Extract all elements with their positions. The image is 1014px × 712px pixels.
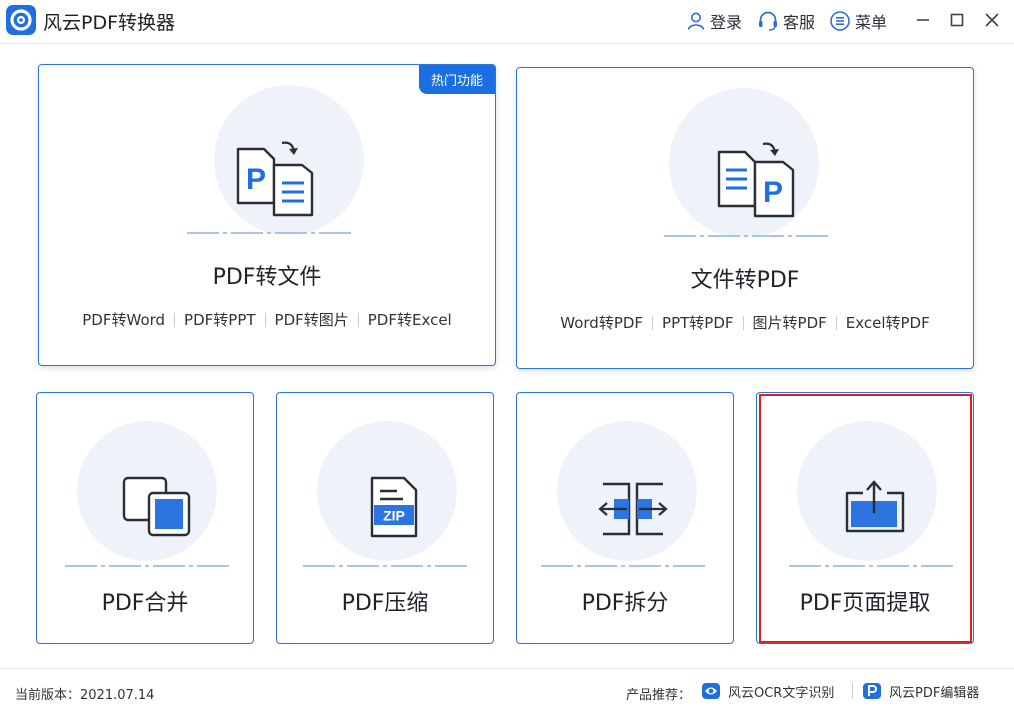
option-image-to-pdf[interactable]: 图片转PDF: [744, 312, 836, 333]
ocr-product-label: 风云OCR文字识别: [728, 685, 835, 701]
login-button[interactable]: 登录: [686, 8, 742, 34]
user-icon: [687, 12, 705, 30]
zip-file-icon: ZIP: [370, 476, 418, 538]
title-bar: 风云PDF转换器 登录 客服 菜单: [0, 0, 1014, 44]
pdf-compress-card[interactable]: ZIP PDF压缩: [276, 392, 494, 644]
divider-line: [664, 235, 828, 237]
service-label: 客服: [783, 13, 816, 32]
pdf-merge-title: PDF合并: [101, 591, 189, 616]
minimize-icon[interactable]: [912, 9, 934, 31]
hot-feature-badge: 热门功能: [419, 65, 495, 94]
pdf-to-file-card[interactable]: 热门功能 P PDF转文件 PDF转Word PDF转PPT PDF转图片 PD…: [38, 64, 496, 366]
pdf-editor-icon: [863, 683, 881, 699]
divider-line: [65, 565, 229, 567]
file-to-pdf-title: 文件转PDF: [690, 268, 800, 293]
pdf-split-card[interactable]: PDF拆分: [516, 392, 734, 644]
merge-icon: [122, 476, 191, 537]
login-label: 登录: [710, 13, 743, 32]
menu-button[interactable]: 菜单: [829, 8, 887, 34]
customer-service-button[interactable]: 客服: [757, 8, 815, 34]
pdf-to-file-title: PDF转文件: [212, 265, 322, 290]
footer-separator: [852, 683, 853, 699]
extract-icon: [845, 480, 905, 533]
option-pdf-to-word[interactable]: PDF转Word: [73, 309, 174, 330]
divider-line: [789, 565, 953, 567]
split-icon: [598, 482, 668, 536]
pdf-split-title: PDF拆分: [581, 591, 669, 616]
ocr-eye-icon: [702, 683, 720, 699]
pdf-merge-card[interactable]: PDF合并: [36, 392, 254, 644]
maximize-icon[interactable]: [946, 9, 968, 31]
option-pdf-to-image[interactable]: PDF转图片: [266, 309, 358, 330]
app-title: 风云PDF转换器: [43, 12, 176, 34]
zip-icon-text: ZIP: [383, 508, 405, 524]
pdf-page-extract-card[interactable]: PDF页面提取: [756, 392, 974, 644]
divider-line: [187, 232, 351, 234]
svg-text:P: P: [763, 176, 783, 209]
pdf-to-document-icon: P: [236, 141, 314, 217]
svg-text:P: P: [246, 163, 266, 196]
option-pdf-to-excel[interactable]: PDF转Excel: [359, 309, 461, 330]
version-text: 当前版本：2021.07.14: [15, 688, 155, 703]
ocr-product-link[interactable]: 风云OCR文字识别: [701, 679, 834, 703]
file-to-pdf-options: Word转PDF PPT转PDF 图片转PDF Excel转PDF: [517, 312, 973, 333]
pdf-editor-product-link[interactable]: 风云PDF编辑器: [862, 679, 979, 703]
divider-line: [541, 565, 705, 567]
headset-icon: [759, 11, 777, 31]
menu-label: 菜单: [855, 13, 888, 32]
close-icon[interactable]: [981, 9, 1003, 31]
pdf-editor-product-label: 风云PDF编辑器: [889, 685, 980, 701]
pdf-compress-title: PDF压缩: [341, 591, 429, 616]
option-pdf-to-ppt[interactable]: PDF转PPT: [175, 309, 264, 330]
recommend-label: 产品推荐：: [626, 688, 692, 703]
file-to-pdf-card[interactable]: P 文件转PDF Word转PDF PPT转PDF 图片转PDF Excel转P…: [516, 67, 974, 369]
divider-line: [303, 565, 467, 567]
footer: 当前版本：2021.07.14 产品推荐： 风云OCR文字识别 风云PDF编辑器: [0, 668, 1014, 712]
option-excel-to-pdf[interactable]: Excel转PDF: [837, 312, 939, 333]
option-ppt-to-pdf[interactable]: PPT转PDF: [653, 312, 742, 333]
option-word-to-pdf[interactable]: Word转PDF: [551, 312, 652, 333]
menu-icon: [830, 11, 850, 31]
pdf-to-file-options: PDF转Word PDF转PPT PDF转图片 PDF转Excel: [39, 309, 495, 330]
app-logo-icon: [6, 5, 36, 35]
document-to-pdf-icon: P: [717, 142, 795, 218]
pdf-page-extract-title: PDF页面提取: [799, 591, 931, 616]
